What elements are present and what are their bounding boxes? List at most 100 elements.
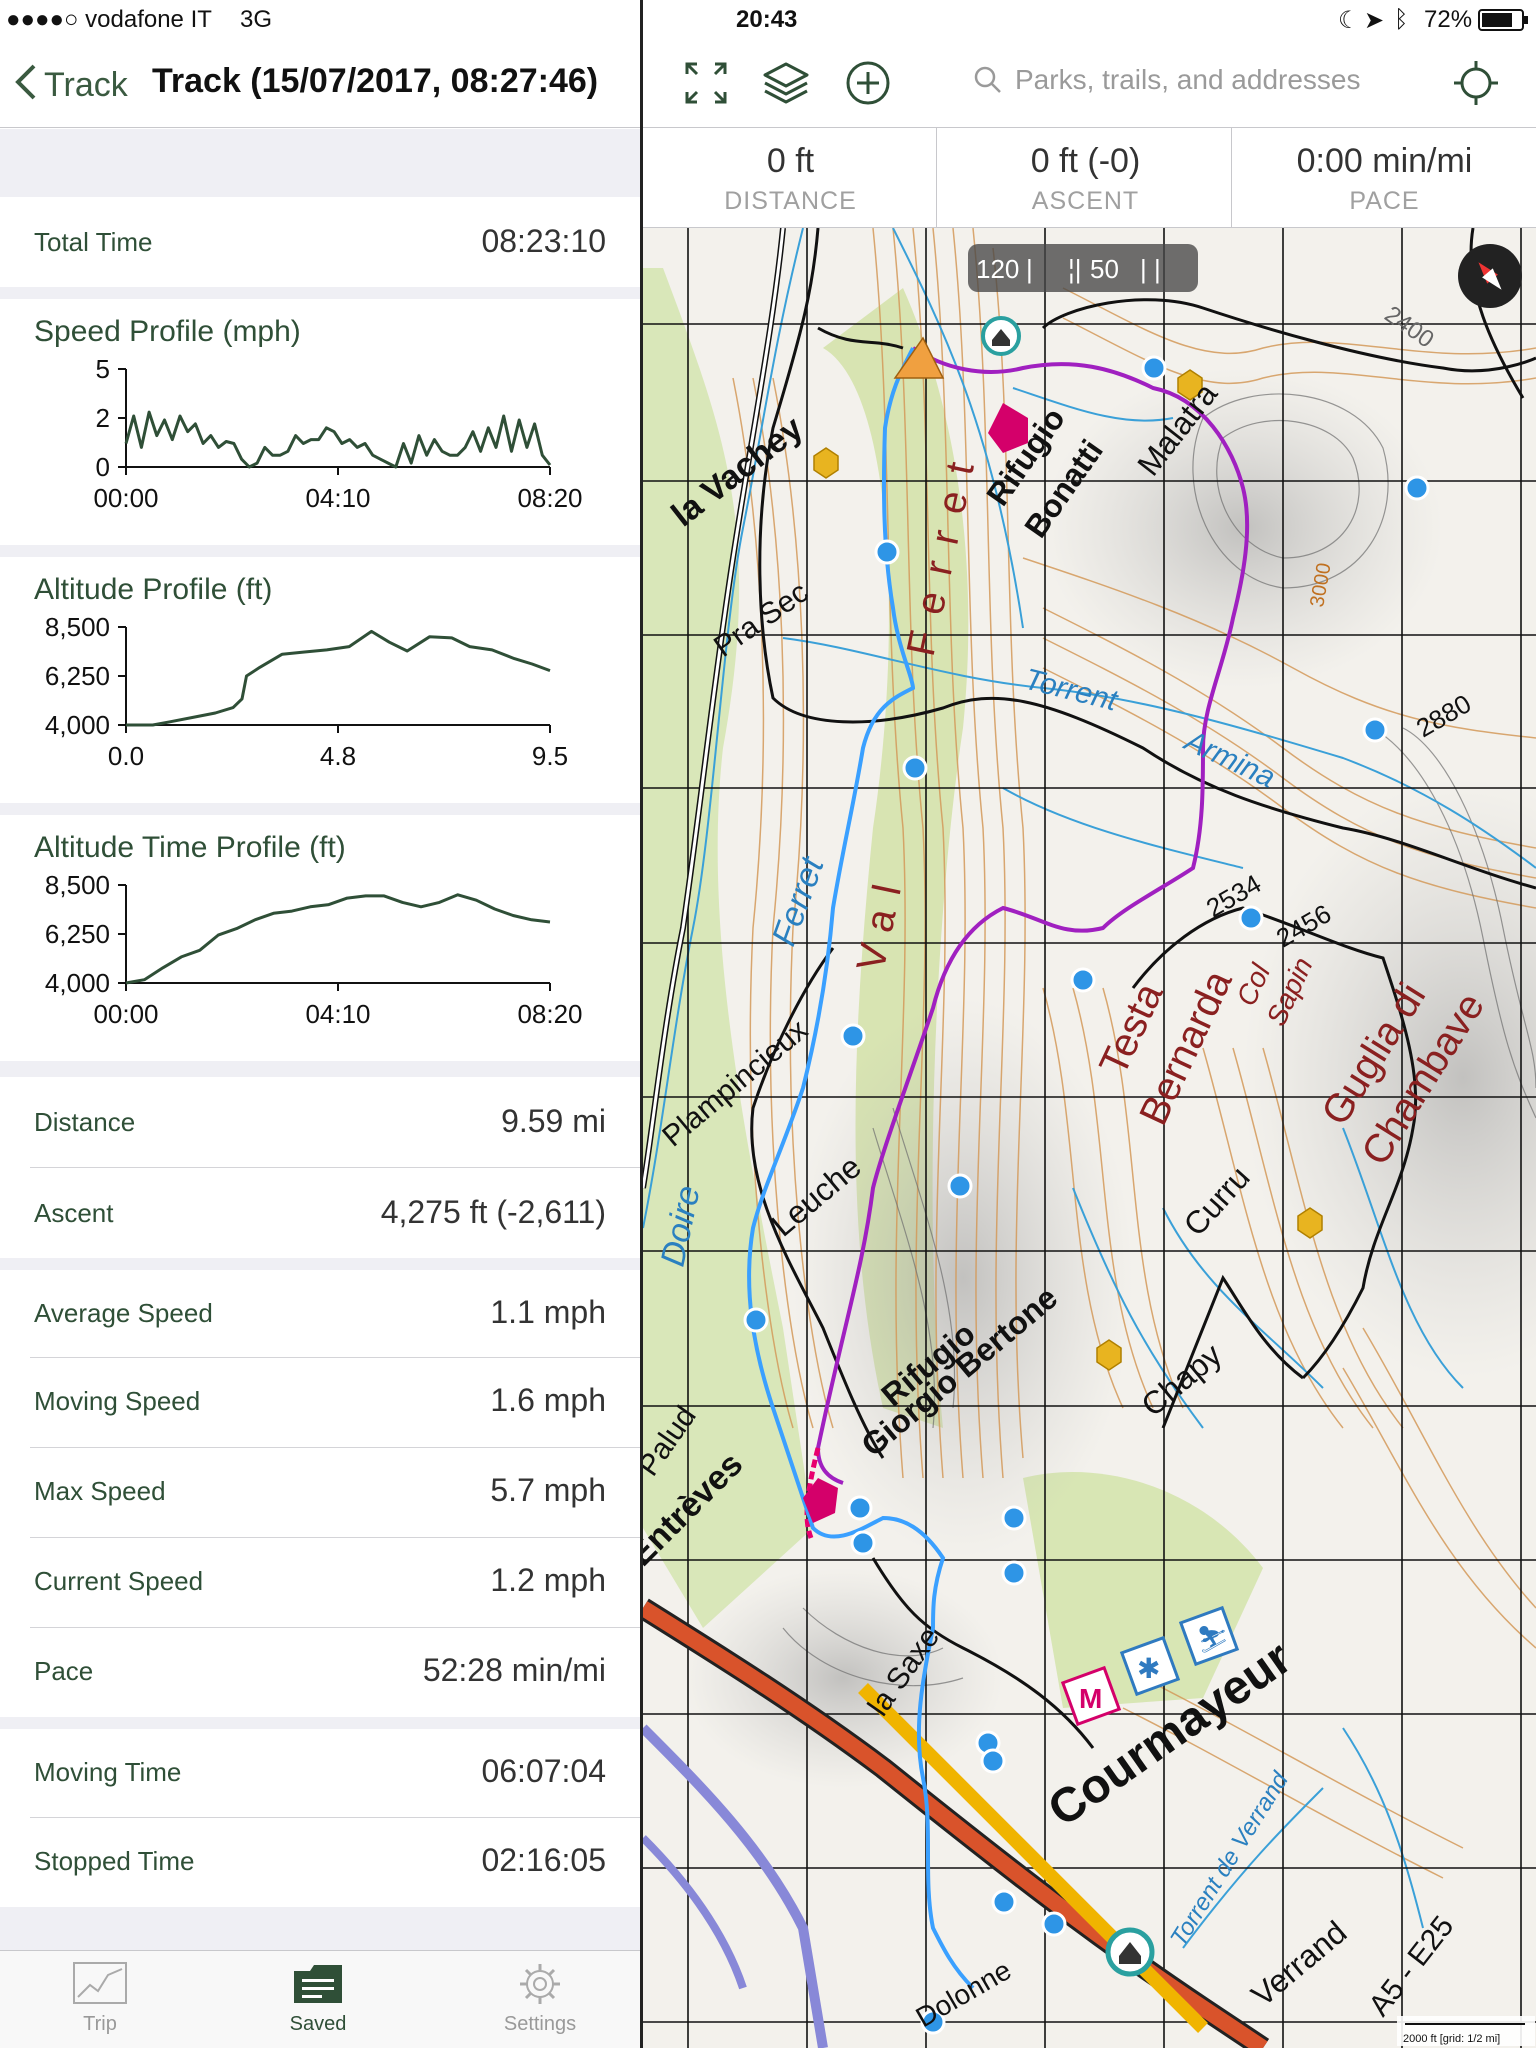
tab-trip[interactable]: Trip [20, 1961, 180, 2036]
stat-distance: 0 ft DISTANCE [643, 128, 938, 228]
altitude-profile-section: Altitude Profile (ft) 8,500 6,250 4,000 0.0… [0, 557, 640, 803]
y-tick-label: 8,500 [45, 617, 110, 642]
stat-pace-label: PACE [1349, 187, 1420, 215]
zoom-divider: ¦| [1068, 254, 1082, 284]
search-placeholder: Parks, trails, and addresses [1015, 64, 1361, 95]
layers-icon[interactable] [761, 58, 811, 108]
stat-row-pace: Pace 52:28 min/mi [0, 1628, 640, 1717]
section-gap [0, 1907, 640, 1950]
map-pane: Parks, trails, and addresses 0 ft DISTAN… [643, 0, 1536, 2048]
moon-icon: ☾ [1338, 7, 1360, 34]
total-time-row: Total Time 08:23:10 [0, 197, 640, 287]
altitude-time-chart-title: Altitude Time Profile (ft) [34, 831, 346, 864]
map-scale-bar: 2000 ft [grid: 1/2 mi] [1397, 2016, 1535, 2046]
stat-label: Moving Time [34, 1757, 182, 1787]
x-tick-label: 08:20 [517, 483, 582, 513]
section-gap [0, 1061, 640, 1077]
compass-icon[interactable] [1458, 244, 1522, 308]
stat-label: Stopped Time [34, 1846, 195, 1876]
zoom-ticks: | | [1140, 254, 1161, 284]
map-toolbar: Parks, trails, and addresses [643, 40, 1536, 128]
stat-label: Max Speed [34, 1476, 166, 1506]
tab-label: Settings [503, 2013, 577, 2035]
y-tick-label: 4,000 [45, 710, 110, 740]
y-tick-label: 6,250 [45, 919, 110, 949]
stat-label: Current Speed [34, 1566, 204, 1596]
back-button[interactable]: Track [14, 62, 128, 109]
y-tick-label: 4,000 [45, 968, 110, 998]
section-gap [0, 1258, 640, 1270]
search-input[interactable]: Parks, trails, and addresses [973, 64, 1361, 96]
fullscreen-icon[interactable] [681, 58, 731, 108]
scale-label: 2000 ft [grid: 1/2 mi] [1403, 2033, 1500, 2045]
section-gap [0, 287, 640, 299]
stat-row-current-speed: Current Speed 1.2 mph [0, 1538, 640, 1627]
altitude-chart-title: Altitude Profile (ft) [34, 573, 273, 606]
section-gap [0, 1717, 640, 1729]
ski-icon: ⛷ [1196, 1624, 1229, 1654]
search-icon [974, 66, 1001, 93]
stat-distance-label: DISTANCE [724, 187, 857, 215]
stat-value: 4,275 ft (-2,611) [380, 1194, 606, 1230]
x-tick-label: 04:10 [305, 999, 370, 1029]
altitude-time-profile-section: Altitude Time Profile (ft) 8,500 6,250 4,0… [0, 815, 640, 1061]
tab-saved[interactable]: Saved [238, 1961, 398, 2036]
stat-row-stopped-time: Stopped Time 02:16:05 [0, 1818, 640, 1907]
snowflake-icon: ✱ [1137, 1653, 1160, 1684]
stat-label: Pace [34, 1656, 94, 1686]
stat-value: 1.2 mph [490, 1562, 606, 1598]
stat-pace: 0:00 min/mi PACE [1233, 128, 1536, 228]
stat-row-max-speed: Max Speed 5.7 mph [0, 1448, 640, 1537]
zoom-left: 120 [976, 254, 1020, 284]
back-label: Track [44, 66, 128, 104]
stat-value: 9.59 mi [501, 1103, 606, 1139]
tab-bar: Trip Saved Settings [0, 1950, 640, 2048]
network-type: 3G [240, 6, 273, 33]
total-time-value: 08:23:10 [481, 223, 606, 259]
tab-label: Trip [83, 2013, 117, 2035]
stat-row-moving-time: Moving Time 06:07:04 [0, 1729, 640, 1819]
tab-label: Saved [289, 2013, 347, 2035]
stat-ascent-value: 0 ft (-0) [1030, 142, 1141, 180]
section-gap [0, 545, 640, 557]
stat-value: 52:28 min/mi [422, 1652, 606, 1688]
stat-value: 1.1 mph [490, 1294, 606, 1330]
section-gap [0, 803, 640, 815]
tab-settings[interactable]: Settings [460, 1961, 620, 2036]
location-arrow-icon: ➤ [1364, 7, 1385, 34]
altitude-profile-chart: 8,500 6,250 4,0000.0 4.8 9.5 [45, 617, 568, 771]
x-tick-label: 08:20 [517, 999, 582, 1029]
x-tick-label: 4.8 [320, 741, 356, 771]
stat-distance-value: 0 ft [766, 142, 815, 180]
topo-map[interactable]: M ✱ ⛷ la Vachey Rifugio Bonatti Malatra … [643, 228, 1536, 2048]
clock: 20:43 [736, 6, 798, 33]
section-gap [0, 129, 640, 197]
stat-label: Distance [34, 1107, 136, 1137]
x-tick-label: 0.0 [108, 741, 144, 771]
y-tick-label: 2 [96, 403, 110, 433]
x-tick-label: 04:10 [305, 483, 370, 513]
resort-m-icon: M [1079, 1683, 1102, 1714]
stat-pace-value: 0:00 min/mi [1296, 142, 1473, 180]
x-tick-label: 9.5 [532, 741, 568, 771]
altitude-time-profile-chart: 8,500 6,250 4,00000:00 04:10 08:20 [45, 875, 583, 1029]
locate-icon[interactable] [1451, 58, 1501, 108]
stat-separator [936, 128, 937, 228]
x-tick-label: 00:00 [93, 999, 158, 1029]
trip-icon [73, 1962, 127, 2004]
bluetooth-icon: ᛒ [1394, 6, 1409, 33]
stat-row-distance: Distance 9.59 mi [0, 1077, 640, 1167]
stat-separator [1231, 128, 1232, 228]
map-canvas[interactable]: M ✱ ⛷ la Vachey Rifugio Bonatti Malatra … [643, 228, 1536, 2048]
stat-label: Moving Speed [34, 1386, 201, 1416]
page-title: Track (15/07/2017, 08:27:46) [152, 62, 599, 100]
speed-chart-title: Speed Profile (mph) [34, 315, 301, 348]
carrier: ●●●●○ vodafone IT [6, 6, 212, 33]
total-time-label: Total Time [34, 227, 153, 257]
stat-value: 06:07:04 [481, 1753, 606, 1789]
add-icon[interactable] [843, 58, 893, 108]
stat-ascent: 0 ft (-0) ASCENT [938, 128, 1233, 228]
y-tick-label: 6,250 [45, 661, 110, 691]
recording-stats-bar: 0 ft DISTANCE 0 ft (-0) ASCENT 0:00 min/… [643, 128, 1536, 228]
relief-shade [683, 1568, 1003, 1788]
